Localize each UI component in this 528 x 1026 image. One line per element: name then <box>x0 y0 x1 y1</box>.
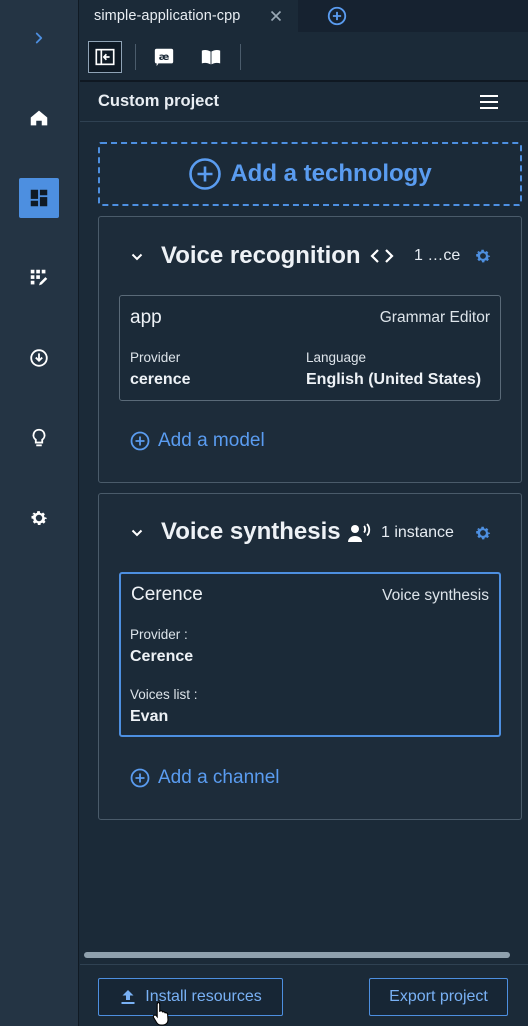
toolbar-divider <box>240 44 241 70</box>
footer-bar: Install resources Export project <box>80 964 528 1026</box>
dashboard-icon[interactable] <box>19 178 59 218</box>
channel-card[interactable]: Cerence Voice synthesis Provider : Ceren… <box>119 572 501 737</box>
provider-value: cerence <box>130 371 191 388</box>
settings-gear-icon[interactable] <box>19 498 59 538</box>
code-icon <box>370 249 394 263</box>
phonetic-icon[interactable]: æ <box>147 41 181 73</box>
instance-count: 1 …ce <box>414 247 461 264</box>
item-name: Cerence <box>131 584 203 605</box>
provider-label: Provider <box>130 350 181 365</box>
add-technology-button[interactable]: Add a technology <box>98 142 522 206</box>
tab-bar: simple-application-cpp <box>80 0 528 32</box>
item-type: Voice synthesis <box>382 587 489 604</box>
add-channel-link[interactable]: Add a channel <box>130 767 280 789</box>
hamburger-menu-icon[interactable] <box>480 93 500 111</box>
expand-rail-icon[interactable] <box>30 28 48 48</box>
item-type: Grammar Editor <box>379 309 490 326</box>
technology-card-voice-synthesis: Voice synthesis 1 instance Cerence Voice… <box>98 493 522 820</box>
app-window: simple-application-cpp æ Custom project … <box>0 0 528 1026</box>
chevron-down-icon[interactable] <box>129 525 145 541</box>
panel-header: Custom project <box>80 82 528 122</box>
tab-label: simple-application-cpp <box>94 8 241 24</box>
provider-value: Cerence <box>130 648 194 665</box>
instance-count: 1 instance <box>381 524 454 541</box>
horizontal-scrollbar[interactable] <box>84 952 510 958</box>
chevron-down-icon[interactable] <box>129 249 145 265</box>
add-circle-icon <box>130 431 150 451</box>
technology-title: Voice synthesis <box>161 518 341 545</box>
technology-title: Voice recognition <box>161 242 361 269</box>
add-channel-label: Add a channel <box>158 767 280 788</box>
home-icon[interactable] <box>19 98 59 138</box>
voices-list-value: Evan <box>130 708 169 725</box>
provider-label: Provider : <box>130 627 188 642</box>
lightbulb-icon[interactable] <box>19 418 59 458</box>
tab-simple-application-cpp[interactable]: simple-application-cpp <box>80 0 298 32</box>
svg-text:æ: æ <box>159 52 170 63</box>
language-label: Language <box>306 350 367 365</box>
hand-cursor-icon <box>152 1001 169 1026</box>
toolbar: æ <box>80 32 528 82</box>
gear-icon[interactable] <box>473 246 493 266</box>
gear-icon[interactable] <box>473 523 493 543</box>
technology-card-voice-recognition: Voice recognition 1 …ce app Grammar Edit… <box>98 216 522 483</box>
export-project-label: Export project <box>389 988 488 1005</box>
upload-icon <box>121 990 135 1004</box>
install-resources-button[interactable]: Install resources <box>98 978 283 1016</box>
add-circle-icon <box>130 768 150 788</box>
dictionary-book-icon[interactable] <box>194 41 228 73</box>
voices-list-label: Voices list : <box>130 687 198 702</box>
speaker-person-icon <box>348 523 371 542</box>
grid-edit-icon[interactable] <box>19 258 59 298</box>
collapse-panel-icon[interactable] <box>88 41 122 73</box>
add-model-link[interactable]: Add a model <box>130 430 265 452</box>
language-value: English (United States) <box>306 371 482 388</box>
add-tab-icon[interactable] <box>326 5 348 27</box>
add-circle-icon <box>189 158 222 190</box>
download-circle-icon[interactable] <box>19 338 59 378</box>
model-card[interactable]: app Grammar Editor Provider cerence Lang… <box>119 295 501 401</box>
export-project-button[interactable]: Export project <box>369 978 508 1016</box>
left-rail <box>0 0 79 1026</box>
item-name: app <box>130 307 162 328</box>
panel-title: Custom project <box>98 92 220 110</box>
close-tab-icon[interactable] <box>268 8 284 24</box>
toolbar-divider <box>135 44 136 70</box>
add-technology-label: Add a technology <box>230 160 432 187</box>
add-model-label: Add a model <box>158 430 265 451</box>
